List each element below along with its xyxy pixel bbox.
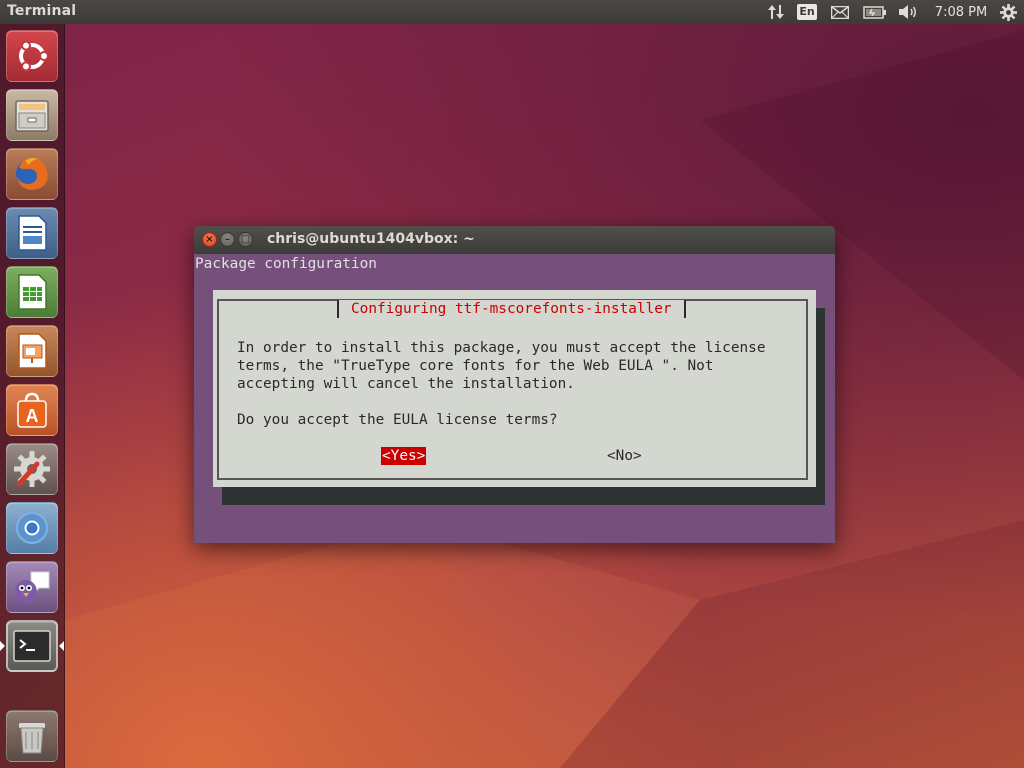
launcher-pidgin[interactable] [6,561,58,613]
minimize-icon: – [225,233,230,245]
launcher: A [0,24,65,768]
top-panel: Terminal En 7:08 PM [0,0,1024,24]
app-title: Terminal [7,3,77,19]
firefox-icon [16,157,48,190]
envelope-icon [831,5,849,19]
terminal-icon [13,630,51,662]
launcher-libreoffice-calc[interactable] [6,266,58,318]
maximize-icon: □ [240,233,251,245]
messaging-indicator[interactable] [828,0,852,24]
focused-indicator [59,641,64,651]
terminal-body[interactable]: Package configuration Configuring ttf-ms… [194,254,835,543]
window-title: chris@ubuntu1404vbox: ~ [267,231,475,247]
dialog-frame: Configuring ttf-mscorefonts-installer In… [217,299,808,480]
launcher-software-center[interactable]: A [6,384,58,436]
launcher-dash-home[interactable] [6,30,58,82]
battery-indicator[interactable] [862,0,888,24]
window-titlebar[interactable]: × – □ chris@ubuntu1404vbox: ~ [194,226,835,254]
launcher-chromium[interactable] [6,502,58,554]
writer-document-icon [18,215,47,251]
gear-icon [999,3,1017,21]
speaker-volume-icon [899,5,916,19]
launcher-libreoffice-impress[interactable] [6,325,58,377]
keyboard-layout-indicator[interactable]: En [796,0,818,24]
pidgin-bird-icon [15,571,50,604]
clock-indicator[interactable]: 7:08 PM [930,0,992,24]
dialog-question: Do you accept the EULA license terms? [237,412,558,428]
settings-gear-wrench-icon [14,451,50,487]
clock-time: 7:08 PM [934,4,988,20]
running-indicator [0,641,5,651]
yes-button[interactable]: <Yes> [381,447,427,465]
no-button[interactable]: <No> [607,447,642,465]
network-arrows-icon [768,5,784,19]
launcher-firefox[interactable] [6,148,58,200]
launcher-system-settings[interactable] [6,443,58,495]
software-center-bag-icon: A [17,392,47,428]
config-dialog: Configuring ttf-mscorefonts-installer In… [213,290,816,487]
dialog-backtitle: Package configuration [195,256,377,272]
impress-presentation-icon [18,333,47,369]
close-button[interactable]: × [202,232,217,247]
svg-text:A: A [26,406,39,426]
close-icon: × [205,233,214,245]
sound-indicator[interactable] [896,0,920,24]
keyboard-layout-label: En [797,4,817,20]
chromium-icon [16,512,48,544]
terminal-window: × – □ chris@ubuntu1404vbox: ~ Package co… [194,226,835,543]
file-cabinet-icon [15,100,49,132]
dialog-message: In order to install this package, you mu… [237,340,766,392]
session-menu-indicator[interactable] [996,0,1020,24]
launcher-files[interactable] [6,89,58,141]
launcher-terminal[interactable] [6,620,58,672]
network-indicator[interactable] [765,0,787,24]
launcher-libreoffice-writer[interactable] [6,207,58,259]
minimize-button[interactable]: – [220,232,235,247]
dialog-title: Configuring ttf-mscorefonts-installer [337,300,686,318]
calc-spreadsheet-icon [18,274,47,310]
maximize-button[interactable]: □ [238,232,253,247]
launcher-trash[interactable] [6,710,58,762]
battery-charging-icon [863,5,886,19]
trash-icon [19,723,45,754]
ubuntu-logo-icon [19,40,49,72]
